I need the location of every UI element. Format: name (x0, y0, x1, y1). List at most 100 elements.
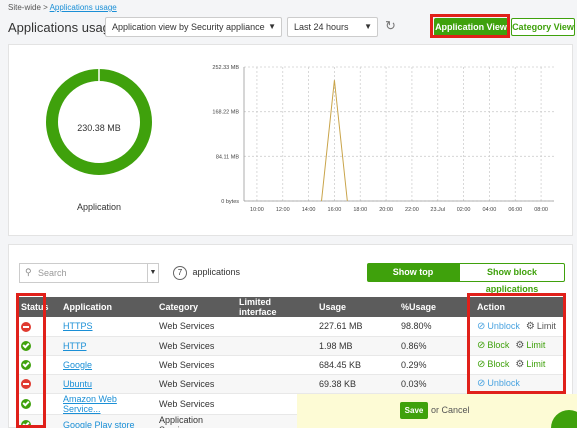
x-tick-label: 06:00 (508, 207, 522, 213)
status-cell (17, 355, 59, 375)
application-link[interactable]: Ubuntu (63, 379, 92, 389)
application-cell: Google Play store (59, 414, 155, 428)
x-tick-label: 14:00 (302, 207, 316, 213)
donut-caption: Application (76, 202, 122, 212)
usage-summary-card: 230.38 MB Application 0 bytes 84.11 MB 168… (8, 44, 573, 236)
column-header-application[interactable]: Application (59, 297, 155, 317)
limited-interface-cell (235, 336, 315, 356)
allowed-status-icon (21, 359, 31, 370)
status-cell (17, 336, 59, 356)
chevron-down-icon: ▼ (268, 22, 276, 31)
status-cell (17, 414, 59, 428)
column-header-category[interactable]: Category (155, 297, 235, 317)
category-cell: Web Services (155, 393, 235, 415)
search-icon: ⚲ (25, 267, 32, 277)
percent-usage-cell: 98.80% (397, 317, 473, 337)
breadcrumb: Site-wide > Applications usage (8, 3, 117, 12)
gear-icon: ⚙ (515, 359, 525, 370)
gear-icon: ⚙ (525, 320, 535, 332)
application-link[interactable]: Google (63, 360, 92, 370)
application-count: 7 applications (173, 266, 240, 280)
percent-usage-cell: 0.29% (397, 355, 473, 375)
x-tick-label: 08:00 (534, 207, 548, 213)
table-row: HTTPS Web Services 227.61 MB 98.80% ⊘ Unb… (17, 317, 566, 337)
blocked-status-icon (21, 321, 31, 332)
block-icon: ⊘ (477, 340, 486, 351)
breadcrumb-root: Site-wide (8, 3, 41, 12)
time-range-select[interactable]: Last 24 hours ▼ (287, 17, 378, 37)
usage-cell: 69.38 KB (315, 374, 397, 394)
block-icon: ⊘ (477, 359, 486, 370)
table-row: HTTP Web Services 1.98 MB 0.86% ⊘ Block ⚙ L… (17, 336, 566, 356)
application-count-label: applications (192, 267, 241, 277)
show-top-applications-button[interactable]: Show top applications (367, 263, 459, 294)
chevron-down-icon[interactable]: ▼ (147, 263, 159, 283)
category-cell: Application Servi... (155, 414, 235, 428)
application-count-badge: 7 (173, 266, 187, 280)
x-tick-label: 16:00 (328, 207, 342, 213)
limited-interface-cell (235, 317, 315, 337)
refresh-icon[interactable]: ↻ (385, 18, 396, 34)
x-tick-label: 20:00 (379, 207, 393, 213)
column-header-action: Action (473, 297, 566, 317)
action-cell: ⊘ Block ⚙ Limit (473, 355, 566, 375)
search-input[interactable]: ⚲ Search ▼ (19, 263, 159, 283)
view-select[interactable]: Application view by Security appliance ▼ (105, 17, 282, 37)
x-tick-label: 18:00 (353, 207, 367, 213)
x-tick-label: 12:00 (276, 207, 290, 213)
column-header-limited-interface[interactable]: Limited interface (235, 297, 315, 317)
column-header-usage[interactable]: Usage (315, 297, 397, 317)
save-bar: Save or Cancel (297, 394, 577, 428)
y-tick-label: 252.33 MB (212, 65, 239, 71)
usage-cell: 684.45 KB (315, 355, 397, 375)
chevron-down-icon: ▼ (364, 22, 372, 31)
x-tick-label: 22:00 (405, 207, 419, 213)
allowed-status-icon (21, 340, 31, 351)
application-link[interactable]: HTTP (63, 341, 87, 351)
application-cell: HTTPS (59, 317, 155, 337)
application-cell: Amazon Web Service... (59, 393, 155, 415)
table-header-row: Status Application Category Limited inte… (17, 297, 566, 317)
blocked-status-icon (21, 378, 31, 389)
unblock-button[interactable]: ⊘ Unblock (477, 321, 520, 332)
save-button[interactable]: Save (400, 402, 428, 419)
action-cell: ⊘ Block ⚙ Limit (473, 336, 566, 356)
x-tick-label: 10:00 (250, 207, 264, 213)
application-cell: HTTP (59, 336, 155, 356)
limit-button[interactable]: ⚙ Limit (515, 340, 545, 351)
usage-donut-chart (46, 69, 152, 175)
table-row: Ubuntu Web Services 69.38 KB 0.03% ⊘ Unbl… (17, 374, 566, 394)
category-cell: Web Services (155, 336, 235, 356)
time-range-value: Last 24 hours (294, 22, 349, 32)
category-view-button[interactable]: Category View (511, 18, 575, 36)
category-cell: Web Services (155, 374, 235, 394)
application-link[interactable]: HTTPS (63, 321, 93, 331)
application-cell: Ubuntu (59, 374, 155, 394)
block-button[interactable]: ⊘ Block (477, 340, 509, 351)
y-tick-label: 0 bytes (221, 199, 239, 205)
allowed-status-icon (21, 419, 31, 428)
allowed-status-icon (21, 398, 31, 409)
usage-line-chart: 0 bytes 84.11 MB 168.22 MB 252.33 MB 10:00 12… (212, 65, 554, 213)
percent-usage-cell: 0.86% (397, 336, 473, 356)
chat-bubble-icon[interactable] (551, 410, 577, 428)
limit-button[interactable]: ⚙ Limit (525, 320, 556, 332)
application-link[interactable]: Google Play store (63, 420, 135, 428)
usage-cell: 1.98 MB (315, 336, 397, 356)
column-header-status[interactable]: Status (17, 297, 59, 317)
breadcrumb-current-link[interactable]: Applications usage (50, 3, 117, 12)
y-tick-label: 168.22 MB (212, 110, 239, 116)
application-link[interactable]: Amazon Web Service... (63, 394, 117, 414)
breadcrumb-separator: > (43, 3, 48, 12)
gear-icon: ⚙ (515, 340, 525, 351)
block-button[interactable]: ⊘ Block (477, 359, 509, 370)
column-header-percent-usage[interactable]: %Usage (397, 297, 473, 317)
application-view-button[interactable]: Application View (434, 18, 508, 36)
x-tick-label: 23.Jul (430, 207, 445, 213)
unblock-button[interactable]: ⊘ Unblock (477, 378, 520, 389)
cancel-link[interactable]: or Cancel (431, 405, 470, 415)
percent-usage-cell: 0.03% (397, 374, 473, 394)
header-toolbar: Applications usage Application view by S… (8, 16, 575, 40)
show-block-applications-button[interactable]: Show block applications (459, 263, 565, 294)
limit-button[interactable]: ⚙ Limit (515, 359, 545, 370)
